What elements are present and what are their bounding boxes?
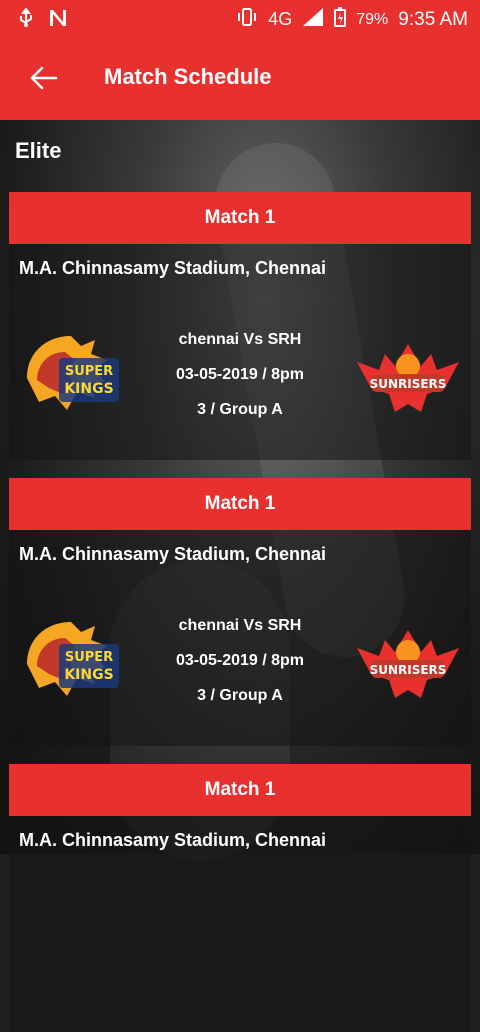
sunrisers-logo: SUNRISERS — [353, 332, 463, 416]
signal-icon — [302, 7, 324, 32]
svg-text:SUNRISERS: SUNRISERS — [370, 663, 447, 677]
svg-text:KINGS: KINGS — [64, 667, 113, 683]
match-group: 3 / Group A — [197, 687, 283, 704]
match-datetime: 03-05-2019 / 8pm — [175, 652, 305, 669]
page-title: Match Schedule — [104, 64, 272, 89]
arrow-left-icon — [30, 66, 58, 90]
sunrisers-logo: SUNRISERS — [353, 618, 463, 702]
section-title: Elite — [15, 138, 62, 163]
clock: 9:35 AM — [398, 8, 468, 30]
chennai-super-kings-logo: SUPER KINGS — [17, 330, 129, 416]
match-venue: M.A. Chinnasamy Stadium, Chennai — [19, 544, 327, 564]
svg-text:SUPER: SUPER — [65, 364, 113, 379]
svg-text:SUNRISERS: SUNRISERS — [370, 377, 447, 391]
match-title: Match 1 — [9, 192, 471, 244]
match-datetime: 03-05-2019 / 8pm — [175, 366, 305, 383]
svg-text:KINGS: KINGS — [64, 381, 113, 397]
match-title: Match 1 — [9, 478, 471, 530]
battery-percent: 79% — [356, 10, 389, 28]
notification-n-icon — [48, 8, 68, 33]
vibrate-icon — [236, 7, 258, 32]
match-teams: chennai Vs SRH — [178, 617, 302, 634]
app-bar: Match Schedule — [0, 38, 480, 120]
usb-icon — [18, 7, 34, 33]
network-type: 4G — [268, 9, 293, 29]
chennai-super-kings-logo: SUPER KINGS — [17, 616, 129, 702]
match-title: Match 1 — [9, 764, 471, 816]
match-teams: chennai Vs SRH — [178, 331, 302, 348]
match-card[interactable]: Match 1 M.A. Chinnasamy Stadium, Chennai… — [9, 478, 471, 746]
match-venue: M.A. Chinnasamy Stadium, Chennai — [19, 258, 327, 278]
match-group: 3 / Group A — [197, 401, 283, 418]
battery-icon — [334, 7, 347, 32]
match-card[interactable]: Match 1 M.A. Chinnasamy Stadium, Chennai… — [9, 192, 471, 460]
svg-text:SUPER: SUPER — [65, 650, 113, 665]
back-button[interactable] — [26, 60, 62, 96]
match-card[interactable]: Match 1 M.A. Chinnasamy Stadium, Chennai — [9, 764, 471, 1032]
status-bar: 4G 79% 9:35 AM — [0, 0, 480, 38]
match-venue: M.A. Chinnasamy Stadium, Chennai — [19, 830, 327, 850]
